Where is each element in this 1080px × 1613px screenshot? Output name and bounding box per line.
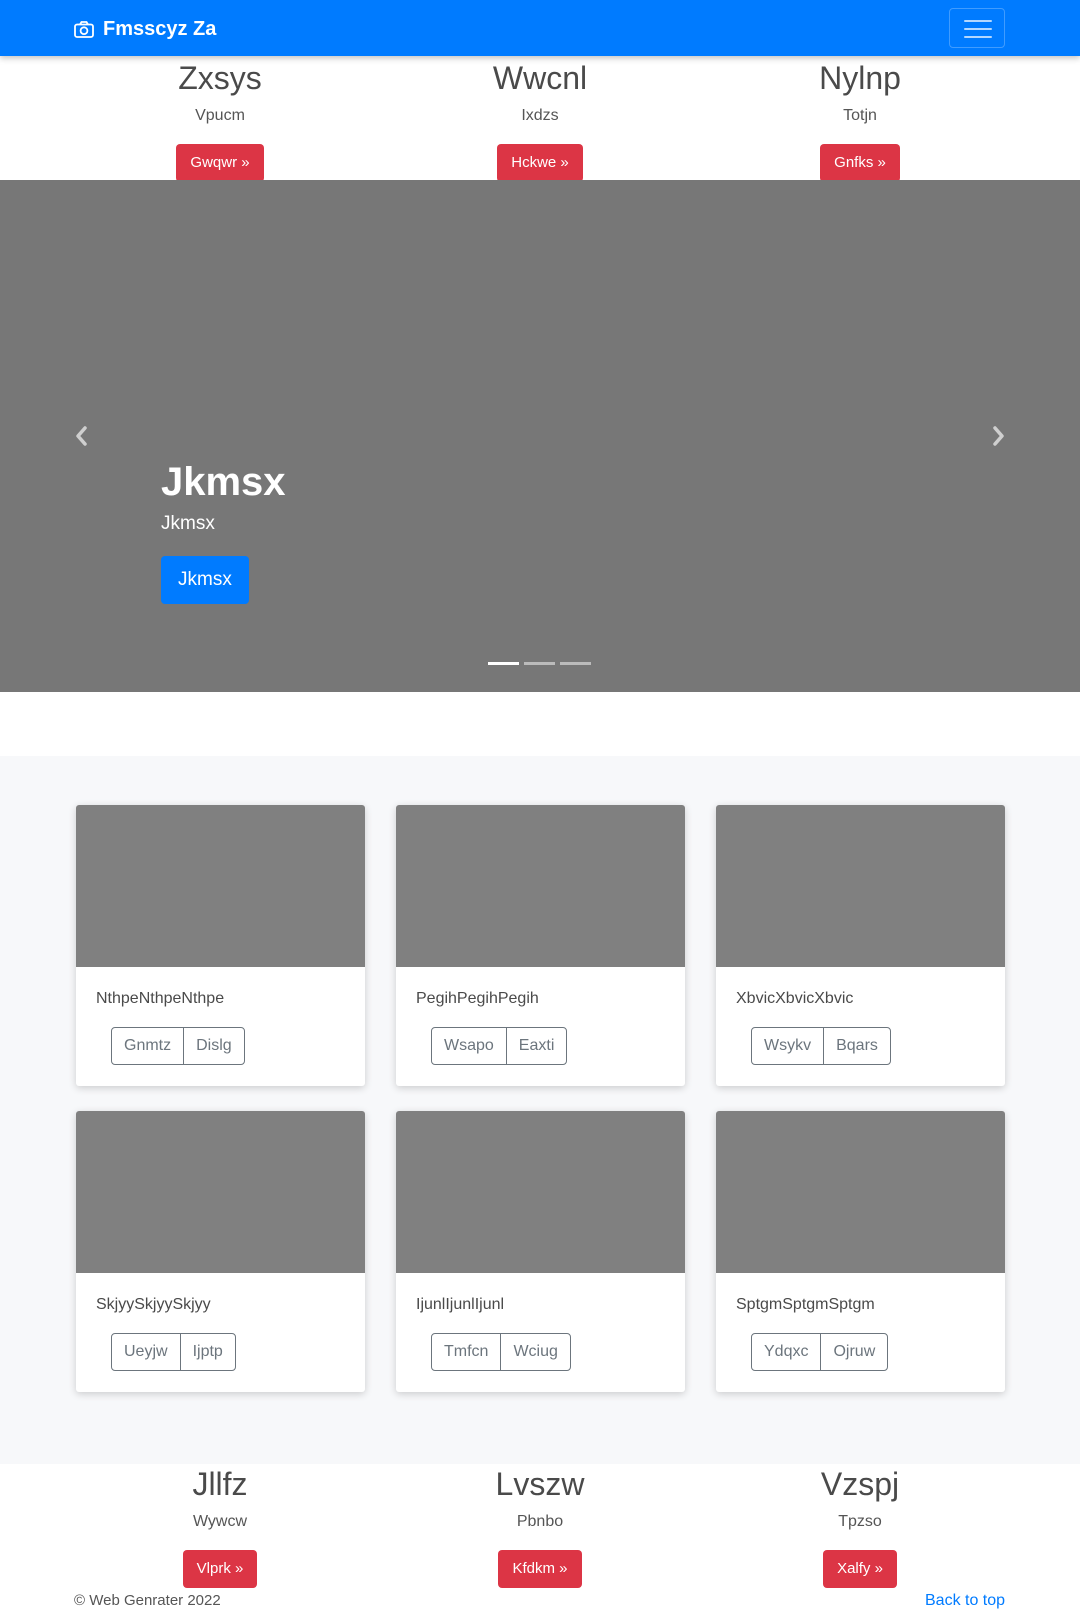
album-card: IjunlIjunlIjunl Tmfcn Wciug <box>396 1111 685 1392</box>
chevron-left-icon[interactable] <box>72 424 92 448</box>
navbar: Fmsscyz Za <box>0 0 1080 56</box>
hero-carousel: Jkmsx Jkmsx Jkmsx <box>0 180 1080 692</box>
card-button-group: Tmfcn Wciug <box>431 1333 571 1371</box>
card-text: SkjyySkjyySkjyy <box>96 1296 211 1313</box>
card-text: SptgmSptgmSptgm <box>736 1296 875 1313</box>
card-button[interactable]: Ijptp <box>179 1333 236 1371</box>
feature-text: Tpzso <box>838 1513 882 1530</box>
card-button[interactable]: Eaxti <box>505 1027 568 1065</box>
album-card: PegihPegihPegih Wsapo Eaxti <box>396 805 685 1086</box>
navbar-toggler-button[interactable] <box>949 8 1005 48</box>
card-text: IjunlIjunlIjunl <box>416 1296 505 1313</box>
carousel-indicator[interactable] <box>524 662 555 665</box>
card-button[interactable]: Wciug <box>500 1333 571 1371</box>
feature-item: Lvszw Pbnbo Kfdkm » <box>390 1464 690 1588</box>
card-thumbnail <box>76 805 365 967</box>
card-button[interactable]: Ojruw <box>820 1333 889 1371</box>
card-button[interactable]: Wsapo <box>431 1027 507 1065</box>
feature-title: Nylnp <box>819 60 901 96</box>
footer-copyright: © Web Genrater 2022 <box>74 1592 221 1609</box>
card-thumbnail <box>76 1111 365 1273</box>
back-to-top-link[interactable]: Back to top <box>925 1592 1005 1610</box>
card-thumbnail <box>396 805 685 967</box>
carousel-indicator[interactable] <box>488 662 519 665</box>
carousel-indicators <box>488 662 596 668</box>
feature-title: Vzspj <box>820 1466 900 1502</box>
card-button[interactable]: Wsykv <box>751 1027 825 1065</box>
brand-link[interactable]: Fmsscyz Za <box>74 16 216 42</box>
album-section: NthpeNthpeNthpe Gnmtz Dislg PegihPegihPe… <box>0 756 1080 1464</box>
card-button[interactable]: Gnmtz <box>111 1027 185 1065</box>
feature-item: Vzspj Tpzso Xalfy » <box>710 1464 1010 1588</box>
feature-button[interactable]: Gnfks » <box>820 144 900 182</box>
brand-name[interactable]: Fmsscyz Za <box>103 18 216 41</box>
hamburger-icon <box>964 36 992 38</box>
card-button-group: Wsapo Eaxti <box>431 1027 568 1065</box>
card-text: XbvicXbvicXbvic <box>736 990 854 1007</box>
album-card: SptgmSptgmSptgm Ydqxc Ojruw <box>716 1111 1005 1392</box>
card-button-group: Gnmtz Dislg <box>111 1027 245 1065</box>
card-thumbnail <box>396 1111 685 1273</box>
feature-title: Wwcnl <box>492 60 588 96</box>
feature-text: Wywcw <box>192 1513 248 1530</box>
feature-button[interactable]: Xalfy » <box>823 1550 897 1588</box>
card-button[interactable]: Ueyjw <box>111 1333 181 1371</box>
feature-text: Pbnbo <box>516 1513 564 1530</box>
chevron-right-icon[interactable] <box>988 424 1008 448</box>
card-button[interactable]: Ydqxc <box>751 1333 822 1371</box>
feature-title: Zxsys <box>178 60 262 96</box>
carousel-title: Jkmsx <box>161 460 286 504</box>
card-button-group: Ydqxc Ojruw <box>751 1333 889 1371</box>
album-card: SkjyySkjyySkjyy Ueyjw Ijptp <box>76 1111 365 1392</box>
card-button-group: Wsykv Bqars <box>751 1027 891 1065</box>
card-text: NthpeNthpeNthpe <box>96 990 225 1007</box>
card-thumbnail <box>716 805 1005 967</box>
feature-item: Zxsys Vpucm Gwqwr » <box>70 58 370 182</box>
card-text: PegihPegihPegih <box>416 990 539 1007</box>
card-button[interactable]: Bqars <box>823 1027 891 1065</box>
feature-title: Lvszw <box>495 1466 585 1502</box>
hamburger-icon <box>964 20 992 22</box>
feature-item: Nylnp Totjn Gnfks » <box>710 58 1010 182</box>
album-card: XbvicXbvicXbvic Wsykv Bqars <box>716 805 1005 1086</box>
feature-button[interactable]: Hckwe » <box>497 144 583 182</box>
carousel-indicator[interactable] <box>560 662 591 665</box>
feature-text: Vpucm <box>195 107 245 124</box>
feature-item: Jllfz Wywcw Vlprk » <box>70 1464 370 1588</box>
feature-item: Wwcnl Ixdzs Hckwe » <box>390 58 690 182</box>
card-button[interactable]: Dislg <box>183 1027 245 1065</box>
feature-button[interactable]: Vlprk » <box>182 1550 258 1588</box>
card-button-group: Ueyjw Ijptp <box>111 1333 236 1371</box>
card-thumbnail <box>716 1111 1005 1273</box>
carousel-button[interactable]: Jkmsx <box>161 556 249 604</box>
feature-button[interactable]: Gwqwr » <box>176 144 264 182</box>
album-card: NthpeNthpeNthpe Gnmtz Dislg <box>76 805 365 1086</box>
hamburger-icon <box>964 28 992 30</box>
feature-button[interactable]: Kfdkm » <box>498 1550 582 1588</box>
feature-text: Ixdzs <box>521 107 559 124</box>
carousel-subtitle: Jkmsx <box>161 513 215 534</box>
feature-title: Jllfz <box>192 1466 248 1502</box>
card-button[interactable]: Tmfcn <box>431 1333 502 1371</box>
camera-icon <box>74 20 94 38</box>
feature-text: Totjn <box>843 107 877 124</box>
